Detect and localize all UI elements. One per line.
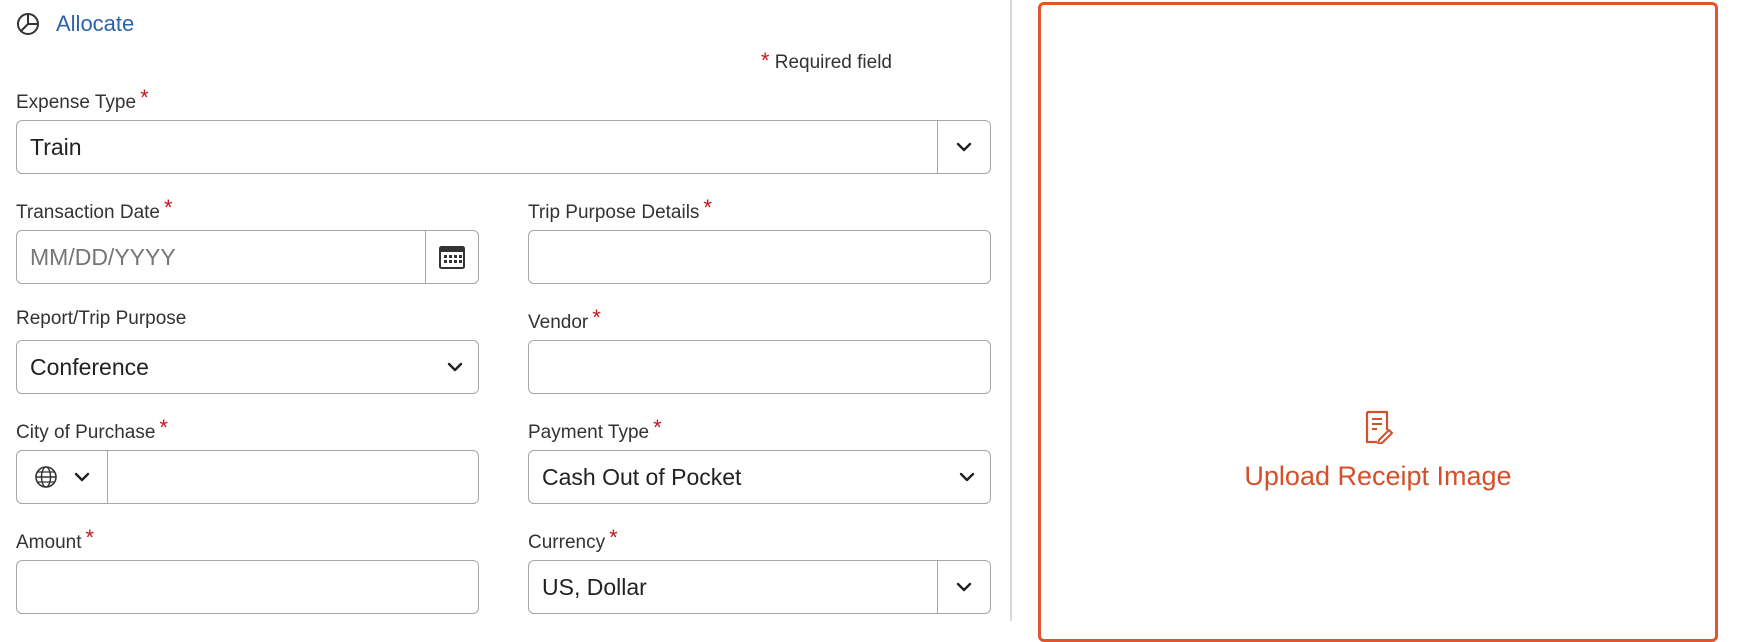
transaction-date-placeholder: MM/DD/YYYY (30, 243, 176, 270)
amount-label: Amount * (16, 525, 95, 553)
required-field-note: * Required field (761, 48, 892, 74)
allocate-label: Allocate (56, 11, 135, 36)
vendor-text[interactable] (529, 341, 990, 393)
city-of-purchase-label: City of Purchase * (16, 415, 168, 443)
required-field-text: Required field (774, 52, 892, 73)
payment-type-select[interactable]: Cash Out of Pocket (528, 450, 991, 504)
currency-label: Currency * (528, 525, 618, 553)
payment-type-label: Payment Type * (528, 415, 662, 443)
vendor-label: Vendor * (528, 305, 601, 333)
calendar-icon (439, 246, 465, 269)
report-trip-purpose-select[interactable]: Conference (16, 340, 479, 394)
expense-type-dropdown-button[interactable] (937, 121, 990, 173)
calendar-button[interactable] (425, 231, 478, 283)
payment-type-value: Cash Out of Pocket (542, 463, 742, 490)
required-star: * (760, 48, 770, 73)
pie-chart-icon (16, 12, 40, 36)
panel-divider (1010, 0, 1012, 621)
city-of-purchase-text[interactable] (108, 451, 478, 503)
report-trip-purpose-value: Conference (30, 353, 149, 380)
transaction-date-label: Transaction Date * (16, 195, 173, 223)
expense-type-value: Train (30, 133, 82, 160)
expense-type-label: Expense Type * (16, 85, 149, 113)
upload-receipt-label: Upload Receipt Image (1244, 461, 1512, 491)
chevron-down-icon (956, 582, 972, 592)
trip-purpose-details-text[interactable] (529, 231, 990, 283)
chevron-down-icon (432, 341, 478, 393)
city-of-purchase-field[interactable] (16, 450, 479, 504)
globe-icon (35, 466, 57, 488)
expense-type-select[interactable]: Train (16, 120, 991, 174)
location-mode-dropdown[interactable] (17, 451, 108, 503)
chevron-down-icon (944, 451, 990, 503)
receipt-upload-icon (1363, 410, 1393, 449)
currency-dropdown-button[interactable] (937, 561, 990, 613)
vendor-input[interactable] (528, 340, 991, 394)
trip-purpose-details-input[interactable] (528, 230, 991, 284)
amount-text[interactable] (17, 561, 478, 613)
amount-input[interactable] (16, 560, 479, 614)
chevron-down-icon (956, 142, 972, 152)
report-trip-purpose-label: Report/Trip Purpose (16, 308, 187, 329)
currency-select[interactable]: US, Dollar (528, 560, 991, 614)
upload-receipt-dropzone[interactable]: Upload Receipt Image (1038, 2, 1718, 642)
currency-value: US, Dollar (542, 573, 647, 600)
chevron-down-icon (74, 472, 90, 482)
transaction-date-field[interactable]: MM/DD/YYYY (16, 230, 479, 284)
trip-purpose-details-label: Trip Purpose Details * (528, 195, 712, 223)
allocate-link[interactable]: Allocate (16, 10, 134, 38)
